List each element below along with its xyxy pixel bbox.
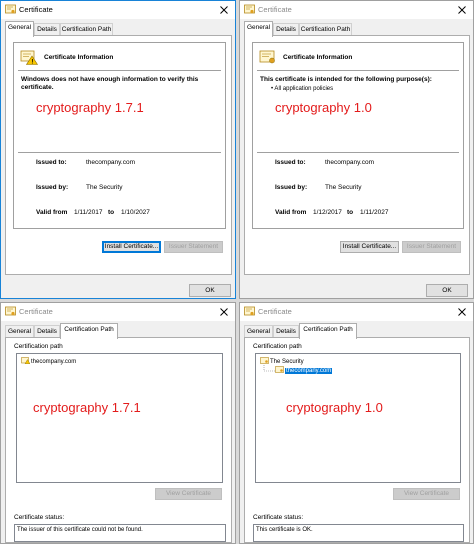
certification-path-label: Certification path — [14, 343, 63, 350]
issued-by-label: Issued by: — [36, 184, 69, 191]
tab-panel: Certification path The Security thecompa… — [244, 337, 470, 543]
certificate-status-box: The issuer of this certificate could not… — [14, 524, 226, 542]
certificate-window-top-left: Certificate General Details Certificatio… — [0, 0, 236, 299]
issued-by-value: The Security — [325, 184, 362, 191]
cryptography-version-label: cryptography 1.7.1 — [33, 400, 141, 415]
tree-connector — [263, 365, 275, 372]
certificate-status-box: This certificate is OK. — [253, 524, 464, 542]
close-icon[interactable] — [455, 305, 469, 319]
install-certificate-button[interactable]: Install Certificate... — [340, 241, 399, 253]
verification-message: Windows does not have enough information… — [21, 76, 199, 91]
tab-panel: Certification path thecompany.com crypto… — [5, 337, 232, 543]
tab-panel: ! Certificate Information Windows does n… — [5, 35, 232, 275]
valid-from-label: Valid from — [275, 209, 307, 216]
purpose-message: This certificate is intended for the fol… — [260, 76, 432, 83]
divider — [18, 70, 221, 71]
certificate-status-text: The issuer of this certificate could not… — [17, 527, 143, 533]
certificate-icon — [244, 306, 255, 316]
valid-to-label: to — [108, 209, 115, 216]
title-bar[interactable]: Certificate — [240, 1, 473, 19]
warning-icon: ! — [20, 50, 38, 65]
tab-certification-path[interactable]: Certification Path — [60, 323, 118, 339]
certification-path-label: Certification path — [253, 343, 302, 350]
info-title: Certificate Information — [283, 54, 353, 61]
certificate-icon — [5, 4, 16, 14]
issued-to-label: Issued to: — [275, 159, 306, 166]
valid-to-value: 1/10/2027 — [121, 209, 150, 216]
tree-item[interactable]: thecompany.com — [21, 357, 76, 366]
valid-from-value: 1/11/2017 — [74, 209, 103, 216]
certificate-status-text: This certificate is OK. — [256, 527, 313, 533]
cryptography-version-label: cryptography 1.0 — [275, 100, 372, 115]
certificate-icon — [5, 306, 16, 316]
close-icon[interactable] — [217, 305, 231, 319]
quadrant-divider-vertical — [236, 0, 239, 544]
tab-certification-path[interactable]: Certification Path — [299, 323, 357, 339]
install-certificate-button[interactable]: Install Certificate... — [102, 241, 161, 253]
title-bar[interactable]: Certificate — [1, 303, 235, 321]
valid-to-label: to — [347, 209, 354, 216]
tree-item-leaf[interactable]: thecompany.com — [275, 366, 333, 375]
certificate-info-box: Certificate Information This certificate… — [252, 42, 464, 229]
certificate-warning-icon — [21, 357, 30, 364]
certificate-icon — [244, 4, 255, 14]
certificate-info-box: ! Certificate Information Windows does n… — [13, 42, 226, 229]
valid-from-label: Valid from — [36, 209, 68, 216]
info-title: Certificate Information — [44, 54, 114, 61]
certification-path-tree[interactable]: thecompany.com cryptography 1.7.1 — [16, 353, 223, 483]
issuer-statement-button[interactable]: Issuer Statement — [402, 241, 461, 253]
valid-from-value: 1/12/2017 — [313, 209, 342, 216]
certificate-status-label: Certificate status: — [253, 514, 304, 521]
policy-bullet: • All application policies — [271, 86, 334, 92]
tree-item-label: thecompany.com — [285, 368, 333, 374]
certificate-small-icon — [275, 366, 284, 373]
tree-item-label: The Security — [270, 359, 304, 365]
certificate-status-label: Certificate status: — [14, 514, 65, 521]
certificate-large-icon — [259, 50, 275, 64]
ok-button[interactable]: OK — [189, 284, 231, 297]
title-bar[interactable]: Certificate — [240, 303, 473, 321]
tab-panel: Certificate Information This certificate… — [244, 35, 470, 275]
certificate-window-bottom-right: Certificate General Details Certificatio… — [239, 302, 474, 544]
issued-by-value: The Security — [86, 184, 123, 191]
svg-text:!: ! — [31, 60, 33, 65]
cryptography-version-label: cryptography 1.7.1 — [36, 100, 144, 115]
divider — [18, 152, 221, 153]
title-bar[interactable]: Certificate — [1, 1, 235, 19]
issued-to-value: thecompany.com — [86, 159, 136, 166]
quadrant-divider-horizontal — [0, 299, 474, 302]
tab-general[interactable]: General — [244, 21, 273, 37]
divider — [257, 152, 459, 153]
view-certificate-button[interactable]: View Certificate — [155, 488, 222, 500]
divider — [257, 70, 459, 71]
tab-general[interactable]: General — [5, 21, 34, 37]
close-icon[interactable] — [455, 3, 469, 17]
certificate-window-top-right: Certificate General Details Certificatio… — [239, 0, 474, 299]
window-title: Certificate — [258, 5, 292, 14]
certificate-window-bottom-left: Certificate General Details Certificatio… — [0, 302, 236, 544]
certificate-small-icon — [260, 357, 269, 364]
close-icon[interactable] — [217, 3, 231, 17]
valid-to-value: 1/11/2027 — [360, 209, 389, 216]
cryptography-version-label: cryptography 1.0 — [286, 400, 383, 415]
window-title: Certificate — [19, 307, 53, 316]
issued-to-label: Issued to: — [36, 159, 67, 166]
ok-button[interactable]: OK — [426, 284, 468, 297]
window-title: Certificate — [19, 5, 53, 14]
issued-by-label: Issued by: — [275, 184, 308, 191]
certification-path-tree[interactable]: The Security thecompany.com cryptography… — [255, 353, 461, 483]
view-certificate-button[interactable]: View Certificate — [393, 488, 460, 500]
window-title: Certificate — [258, 307, 292, 316]
tree-item-label: thecompany.com — [31, 359, 77, 365]
issued-to-value: thecompany.com — [325, 159, 375, 166]
issuer-statement-button[interactable]: Issuer Statement — [164, 241, 223, 253]
